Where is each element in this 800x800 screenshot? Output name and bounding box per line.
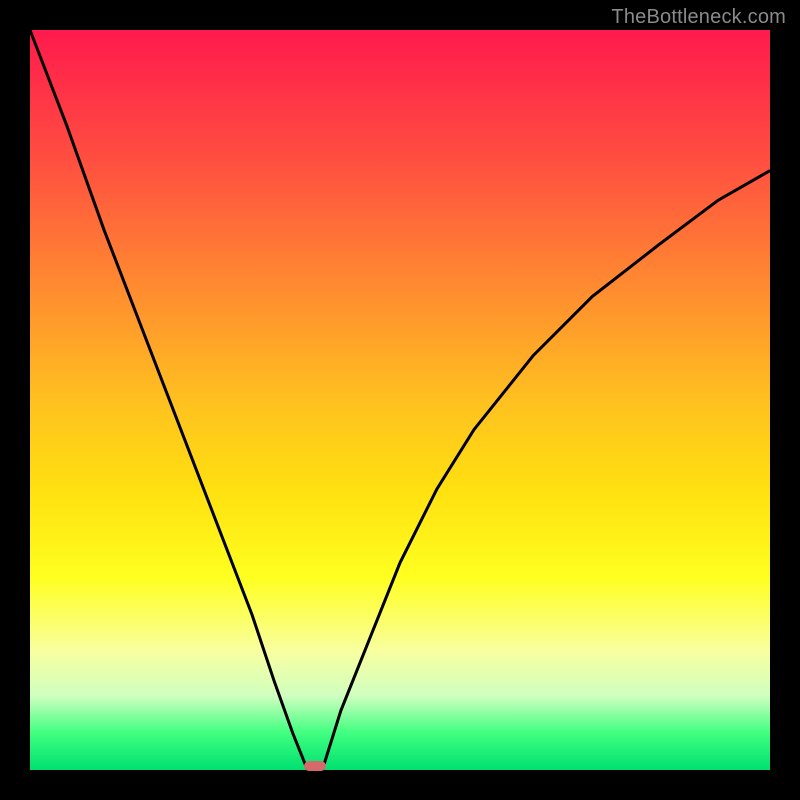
watermark-text: TheBottleneck.com <box>611 6 786 29</box>
curve-right-branch <box>322 171 770 770</box>
chart-curve-layer <box>30 30 770 770</box>
optimum-marker <box>304 761 326 771</box>
curve-left-branch <box>30 30 308 770</box>
